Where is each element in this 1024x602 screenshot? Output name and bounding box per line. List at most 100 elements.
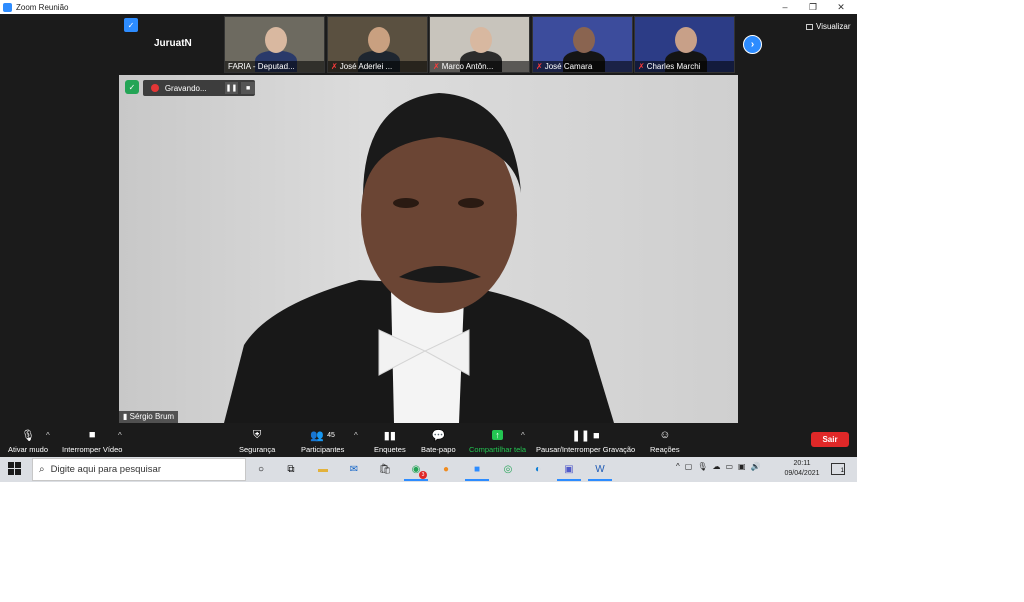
participant-thumbnail[interactable]: ✗ José Aderlei ... [327,16,428,73]
participant-name: José Aderlei ... [339,62,393,71]
view-button[interactable]: Visualizar [806,22,851,31]
participant-name: FARIA - Deputad... [228,62,295,71]
recording-label: Gravando... [164,83,207,93]
leave-button[interactable]: Sair [811,432,849,447]
chat-bubble-icon: 💬 [431,429,446,442]
chat-label: Bate-papo [421,445,456,454]
audio-options-caret[interactable]: ^ [46,431,50,440]
tray-volume-icon[interactable]: 🔊 [751,462,761,471]
participant-name: José Camara [544,62,593,71]
chat-button[interactable]: 💬 Bate-papo [421,428,456,455]
stop-video-button[interactable]: ■ Interromper Vídeo [62,428,122,454]
grid-icon [806,23,813,30]
window-title: Zoom Reunião [16,2,69,12]
participant-head [265,27,287,53]
record-label: Pausar/Interromper Gravação [536,445,636,454]
share-label: Compartilhar tela [469,445,527,454]
taskbar-clock[interactable]: 20:11 09/04/2021 [784,459,820,479]
clock-time: 20:11 [793,460,811,467]
notification-center-icon[interactable]: 1 [831,463,845,475]
chrome-icon[interactable]: ◉ 3 [404,461,428,481]
tray-battery-icon[interactable]: ▭ [725,462,733,471]
camera-icon: ■ [88,429,96,441]
security-button[interactable]: ⛨ Segurança [239,428,276,455]
word-icon[interactable]: W [588,461,612,481]
security-label: Segurança [239,445,276,454]
minimize-button[interactable]: – [770,0,800,14]
pause-stop-recording-button[interactable]: ❚❚ ■ Pausar/Interromper Gravação [536,428,636,455]
view-label: Visualizar [816,22,851,31]
close-button[interactable]: ✕ [826,0,856,14]
windows-start-icon[interactable] [8,462,21,475]
mute-label: Ativar mudo [8,445,49,454]
participants-label: Participantes [301,445,345,454]
tray-app-icon[interactable]: ▢ [685,462,693,471]
participant-thumbnail[interactable]: ✗ Marco Antôn... [429,16,530,73]
people-icon: 👥 45 [310,429,335,442]
clock-date: 09/04/2021 [784,470,820,477]
search-placeholder: Digite aqui para pesquisar [50,464,161,475]
pause-recording-button[interactable]: ❚❚ [224,82,239,94]
muted-mic-icon: ✗ [536,62,543,71]
reactions-button[interactable]: ☺ Reações [650,428,680,454]
recording-dot-icon [151,84,159,92]
file-explorer-icon[interactable]: ▬ [315,461,331,477]
participant-head [368,27,390,53]
cortana-icon[interactable]: ○ [253,461,269,477]
next-page-button[interactable]: › [743,35,762,54]
speaker-name: Sérgio Brum [129,412,175,421]
stop-recording-button[interactable]: ■ [241,82,255,94]
edge-icon[interactable]: ◐ [530,461,546,477]
participant-thumbnail[interactable]: FARIA - Deputad... [224,16,325,73]
participant-name: Charles Marchi [646,62,701,71]
participant-name-label: ✗ José Aderlei ... [328,61,427,72]
smiley-icon: ☺ [659,429,671,441]
tray-cloud-icon[interactable]: ☁ [712,462,720,471]
teams-icon[interactable]: ▣ [557,461,581,481]
share-options-caret[interactable]: ^ [521,431,525,440]
shield-icon: ⛨ [253,428,262,441]
chrome-badge: 3 [419,471,427,479]
polls-button[interactable]: ▮▮ Enquetes [374,428,406,455]
bar-chart-icon: ▮▮ [383,429,396,442]
tray-caret-icon[interactable]: ^ [676,462,680,471]
notification-count: 1 [840,468,844,474]
title-bar: Zoom Reunião – ❐ ✕ [0,0,857,14]
security-shield-icon: ✓ [124,18,138,32]
participant-thumbnail[interactable]: ✗ Charles Marchi [634,16,735,73]
participants-options-caret[interactable]: ^ [354,431,358,440]
muted-mic-icon: ✗ [433,62,440,71]
tray-network-icon[interactable]: ▣ [738,462,746,471]
active-speaker-video [119,75,738,423]
store-icon[interactable]: 🛍 [377,461,393,477]
participant-thumbnail[interactable]: ✗ José Camara [532,16,633,73]
participant-name-label: ✗ José Camara [533,61,632,72]
recording-bar: Gravando... ❚❚ ■ [143,80,255,96]
share-arrow-icon: ↑ [492,428,503,442]
mute-button[interactable]: 🎙 Ativar mudo [8,428,49,455]
pause-stop-icon: ❚❚ ■ [571,429,600,442]
speaker-name-label: ▮ Sérgio Brum [119,411,179,423]
participant-name: Marco Antôn... [441,62,494,71]
orange-app-icon[interactable]: ● [438,461,454,477]
microphone-icon: 🎙 [21,429,35,442]
zoom-taskbar-icon[interactable]: ■ [465,461,489,481]
whatsapp-icon[interactable]: ◎ [500,461,516,477]
participant-head [470,27,492,53]
outlook-icon[interactable]: ✉ [346,461,362,477]
participant-head [675,27,697,53]
taskbar-search[interactable]: ⌕ Digite aqui para pesquisar [32,458,246,481]
polls-label: Enquetes [374,445,406,454]
share-screen-button[interactable]: ↑ Compartilhar tela [469,428,526,454]
restore-button[interactable]: ❐ [798,0,828,14]
search-icon: ⌕ [39,464,45,475]
task-view-icon[interactable]: ⧉ [283,461,299,477]
speaker-illustration [224,93,614,423]
signal-icon: ▮ [123,412,130,421]
reactions-label: Reações [650,445,680,454]
meeting-name: JuruatN [154,38,192,49]
participants-button[interactable]: 👥 45 Participantes [301,428,345,455]
zoom-logo-icon [3,2,12,12]
tray-mic-icon[interactable]: 🎙 [697,462,707,471]
video-options-caret[interactable]: ^ [118,431,122,440]
